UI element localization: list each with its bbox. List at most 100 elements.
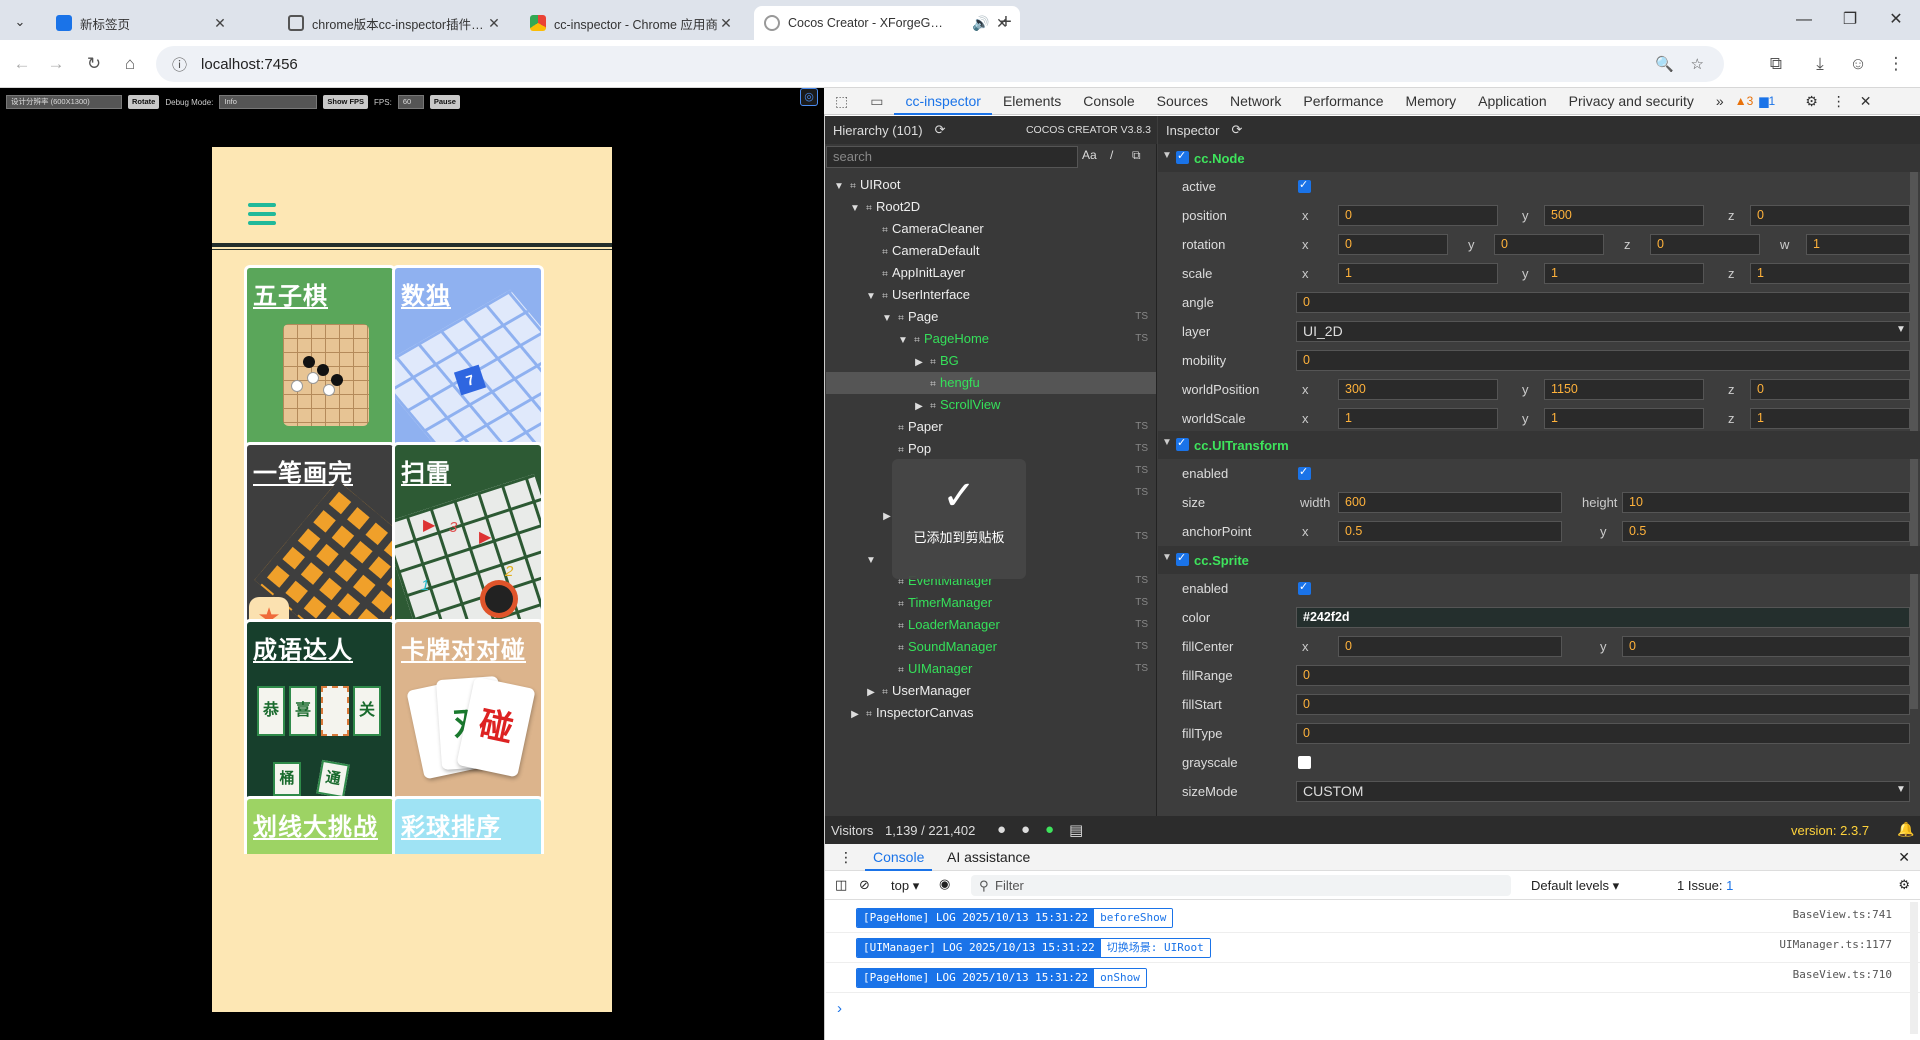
- console-scrollbar[interactable]: [1910, 902, 1918, 1034]
- game-card-gomoku[interactable]: 五子棋: [244, 265, 396, 461]
- fill-start-input[interactable]: 0: [1296, 694, 1910, 715]
- forward-icon[interactable]: →: [44, 52, 68, 76]
- tree-node[interactable]: ⌗ CameraCleaner: [826, 218, 1156, 240]
- reload-icon[interactable]: ↻: [82, 52, 106, 76]
- scale-z[interactable]: 1: [1750, 263, 1910, 284]
- scale-y[interactable]: 1: [1544, 263, 1704, 284]
- collapse-icon[interactable]: ▼: [1162, 552, 1172, 563]
- tree-node[interactable]: ▼ ⌗ PageHome TS: [826, 328, 1156, 350]
- inspector-toggle-icon[interactable]: ◎: [800, 88, 818, 106]
- tab-cc-inspector[interactable]: cc-inspector: [894, 88, 992, 115]
- expand-toggle-icon[interactable]: ▼: [848, 198, 862, 220]
- close-window-button[interactable]: ✕: [1876, 8, 1916, 32]
- more-tabs-icon[interactable]: »: [1705, 88, 1735, 115]
- menu-icon[interactable]: ⋮: [1884, 52, 1908, 76]
- size-width[interactable]: 600: [1338, 492, 1562, 513]
- devtools-close-icon[interactable]: ✕: [1860, 93, 1872, 110]
- expand-toggle-icon[interactable]: ▼: [864, 550, 878, 572]
- fill-range-input[interactable]: 0: [1296, 665, 1910, 686]
- tab-elements[interactable]: Elements: [992, 88, 1072, 115]
- drawer-menu-icon[interactable]: ⋮: [839, 849, 853, 866]
- bookmark-star-icon[interactable]: ☆: [1691, 55, 1704, 73]
- close-icon[interactable]: ✕: [486, 15, 502, 32]
- console-settings-icon[interactable]: ⚙: [1898, 877, 1910, 893]
- tab-webstore[interactable]: cc-inspector - Chrome 应用商… ✕: [520, 6, 744, 40]
- clear-console-icon[interactable]: ⊘: [859, 877, 870, 893]
- collapse-icon[interactable]: ▼: [1162, 437, 1172, 448]
- tree-node[interactable]: ⌗ LoaderManager TS: [826, 614, 1156, 636]
- debug-mode-select[interactable]: Info: [219, 95, 318, 109]
- address-bar[interactable]: ⓘ localhost:7456 🔍 ☆: [156, 46, 1724, 82]
- world-position-y[interactable]: 1150: [1544, 379, 1704, 400]
- tab-console[interactable]: Console: [1072, 88, 1145, 115]
- tree-node[interactable]: ▼ ⌗ Root2D: [826, 196, 1156, 218]
- angle-input[interactable]: 0: [1296, 292, 1910, 313]
- pause-button[interactable]: Pause: [429, 95, 460, 109]
- log-source[interactable]: BaseView.ts:741: [1793, 908, 1892, 921]
- device-toggle-icon[interactable]: ▭: [859, 88, 894, 115]
- tree-node[interactable]: ▶ ⌗ BG: [826, 350, 1156, 372]
- console-filter-input[interactable]: Filter: [971, 875, 1511, 896]
- bell-icon[interactable]: 🔔: [1897, 821, 1914, 838]
- fill-type-input[interactable]: 0: [1296, 723, 1910, 744]
- size-mode-select[interactable]: CUSTOM: [1296, 781, 1910, 802]
- drawer-tab-ai[interactable]: AI assistance: [939, 844, 1038, 871]
- component-enabled-checkbox[interactable]: [1176, 149, 1189, 164]
- tree-node[interactable]: ⌗ TimerManager TS: [826, 592, 1156, 614]
- position-y[interactable]: 500: [1544, 205, 1704, 226]
- tree-node[interactable]: ▶ ⌗ ScrollView: [826, 394, 1156, 416]
- tree-node[interactable]: ⌗ UIManager TS: [826, 658, 1156, 680]
- log-source[interactable]: UIManager.ts:1177: [1779, 938, 1892, 951]
- close-icon[interactable]: ✕: [718, 15, 734, 32]
- profile-avatar[interactable]: ☺: [1846, 52, 1870, 76]
- sidebar-toggle-icon[interactable]: ◫: [835, 877, 847, 893]
- color-swatch[interactable]: #242f2d: [1296, 607, 1910, 628]
- scale-x[interactable]: 1: [1338, 263, 1498, 284]
- expand-toggle-icon[interactable]: ▶: [848, 704, 862, 726]
- close-icon[interactable]: ✕: [1898, 849, 1910, 866]
- position-z[interactable]: 0: [1750, 205, 1910, 226]
- match-case-icon[interactable]: Aa: [1082, 148, 1097, 162]
- tab-sources[interactable]: Sources: [1146, 88, 1219, 115]
- log-row[interactable]: [PageHome] LOG 2025/10/13 15:31:22 onShow…: [826, 963, 1920, 993]
- site-info-icon[interactable]: ⓘ: [172, 54, 187, 75]
- tab-application[interactable]: Application: [1467, 88, 1558, 115]
- minimize-button[interactable]: —: [1784, 8, 1824, 32]
- inspect-element-icon[interactable]: ⬚: [824, 88, 859, 115]
- rotation-w[interactable]: 1: [1806, 234, 1910, 255]
- expand-toggle-icon[interactable]: ▼: [880, 308, 894, 330]
- expand-toggle-icon[interactable]: ▼: [896, 330, 910, 352]
- context-select[interactable]: top ▾: [891, 878, 919, 894]
- back-icon[interactable]: ←: [10, 52, 34, 76]
- position-x[interactable]: 0: [1338, 205, 1498, 226]
- copy-icon[interactable]: ⧉: [1132, 148, 1141, 163]
- log-row[interactable]: [PageHome] LOG 2025/10/13 15:31:22 before…: [826, 903, 1920, 933]
- doc-icon[interactable]: ▤: [1069, 821, 1083, 839]
- section-cc-node[interactable]: ▼ cc.Node: [1158, 144, 1920, 172]
- tree-node[interactable]: ▶ ⌗ UserManager: [826, 680, 1156, 702]
- anchor-x[interactable]: 0.5: [1338, 521, 1562, 542]
- warning-icon[interactable]: ▲3: [1735, 94, 1754, 108]
- expand-toggle-icon[interactable]: ▶: [864, 682, 878, 704]
- tab-network[interactable]: Network: [1219, 88, 1292, 115]
- settings-gear-icon[interactable]: ⚙: [1805, 93, 1818, 110]
- section-cc-sprite[interactable]: ▼ cc.Sprite: [1158, 546, 1920, 574]
- show-fps-button[interactable]: Show FPS: [323, 95, 369, 109]
- tree-node[interactable]: ⌗ AppInitLayer: [826, 262, 1156, 284]
- tree-node[interactable]: ▶ ⌗ InspectorCanvas: [826, 702, 1156, 724]
- tree-node[interactable]: ⌗ CameraDefault: [826, 240, 1156, 262]
- game-card-minesweeper[interactable]: 扫雷 ▶ ▶ 3 1 2: [392, 442, 544, 638]
- resolution-select[interactable]: 设计分辨率 (600X1300): [6, 95, 122, 109]
- collapse-icon[interactable]: ▼: [1162, 150, 1172, 161]
- world-position-x[interactable]: 300: [1338, 379, 1498, 400]
- restore-button[interactable]: ❐: [1830, 8, 1870, 32]
- game-card-idiom[interactable]: 成语达人 恭 喜 关 桶 通: [244, 619, 396, 815]
- speaker-icon[interactable]: 🔊: [972, 15, 989, 32]
- enabled-checkbox[interactable]: [1298, 580, 1311, 595]
- tab-cocos-creator[interactable]: Cocos Creator - XForgeG… 🔊 ✕: [754, 6, 1020, 40]
- eye-icon[interactable]: ◉: [939, 876, 950, 892]
- fill-center-x[interactable]: 0: [1338, 636, 1562, 657]
- fill-center-y[interactable]: 0: [1622, 636, 1910, 657]
- mobility-input[interactable]: 0: [1296, 350, 1910, 371]
- github-icon[interactable]: ●: [997, 821, 1006, 838]
